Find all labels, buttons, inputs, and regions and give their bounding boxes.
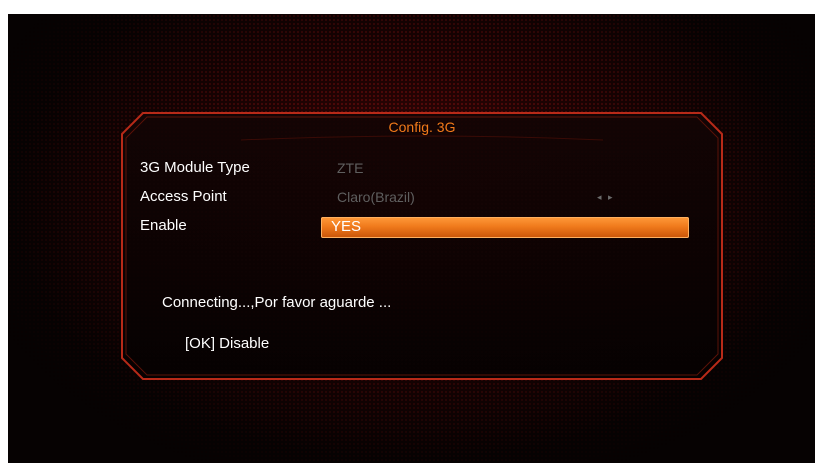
enable-selector[interactable]: YES: [321, 217, 689, 238]
enable-value: YES: [331, 218, 362, 235]
module-type-value[interactable]: ZTE: [337, 160, 363, 176]
access-point-label: Access Point: [140, 188, 227, 205]
access-point-value[interactable]: Claro(Brazil): [337, 189, 415, 205]
dialog-title: Config. 3G: [388, 119, 456, 135]
enable-label: Enable: [140, 217, 187, 234]
left-right-arrows-icon[interactable]: ◂ ▸: [597, 192, 615, 203]
tv-screen: Config. 3G 3G Module Type ZTE Access Poi…: [8, 14, 815, 463]
connecting-status-message: Connecting...,Por favor aguarde ...: [162, 294, 392, 311]
ok-disable-hint[interactable]: [OK] Disable: [185, 335, 269, 352]
config-3g-dialog: Config. 3G 3G Module Type ZTE Access Poi…: [121, 112, 723, 380]
module-type-label: 3G Module Type: [140, 159, 250, 176]
